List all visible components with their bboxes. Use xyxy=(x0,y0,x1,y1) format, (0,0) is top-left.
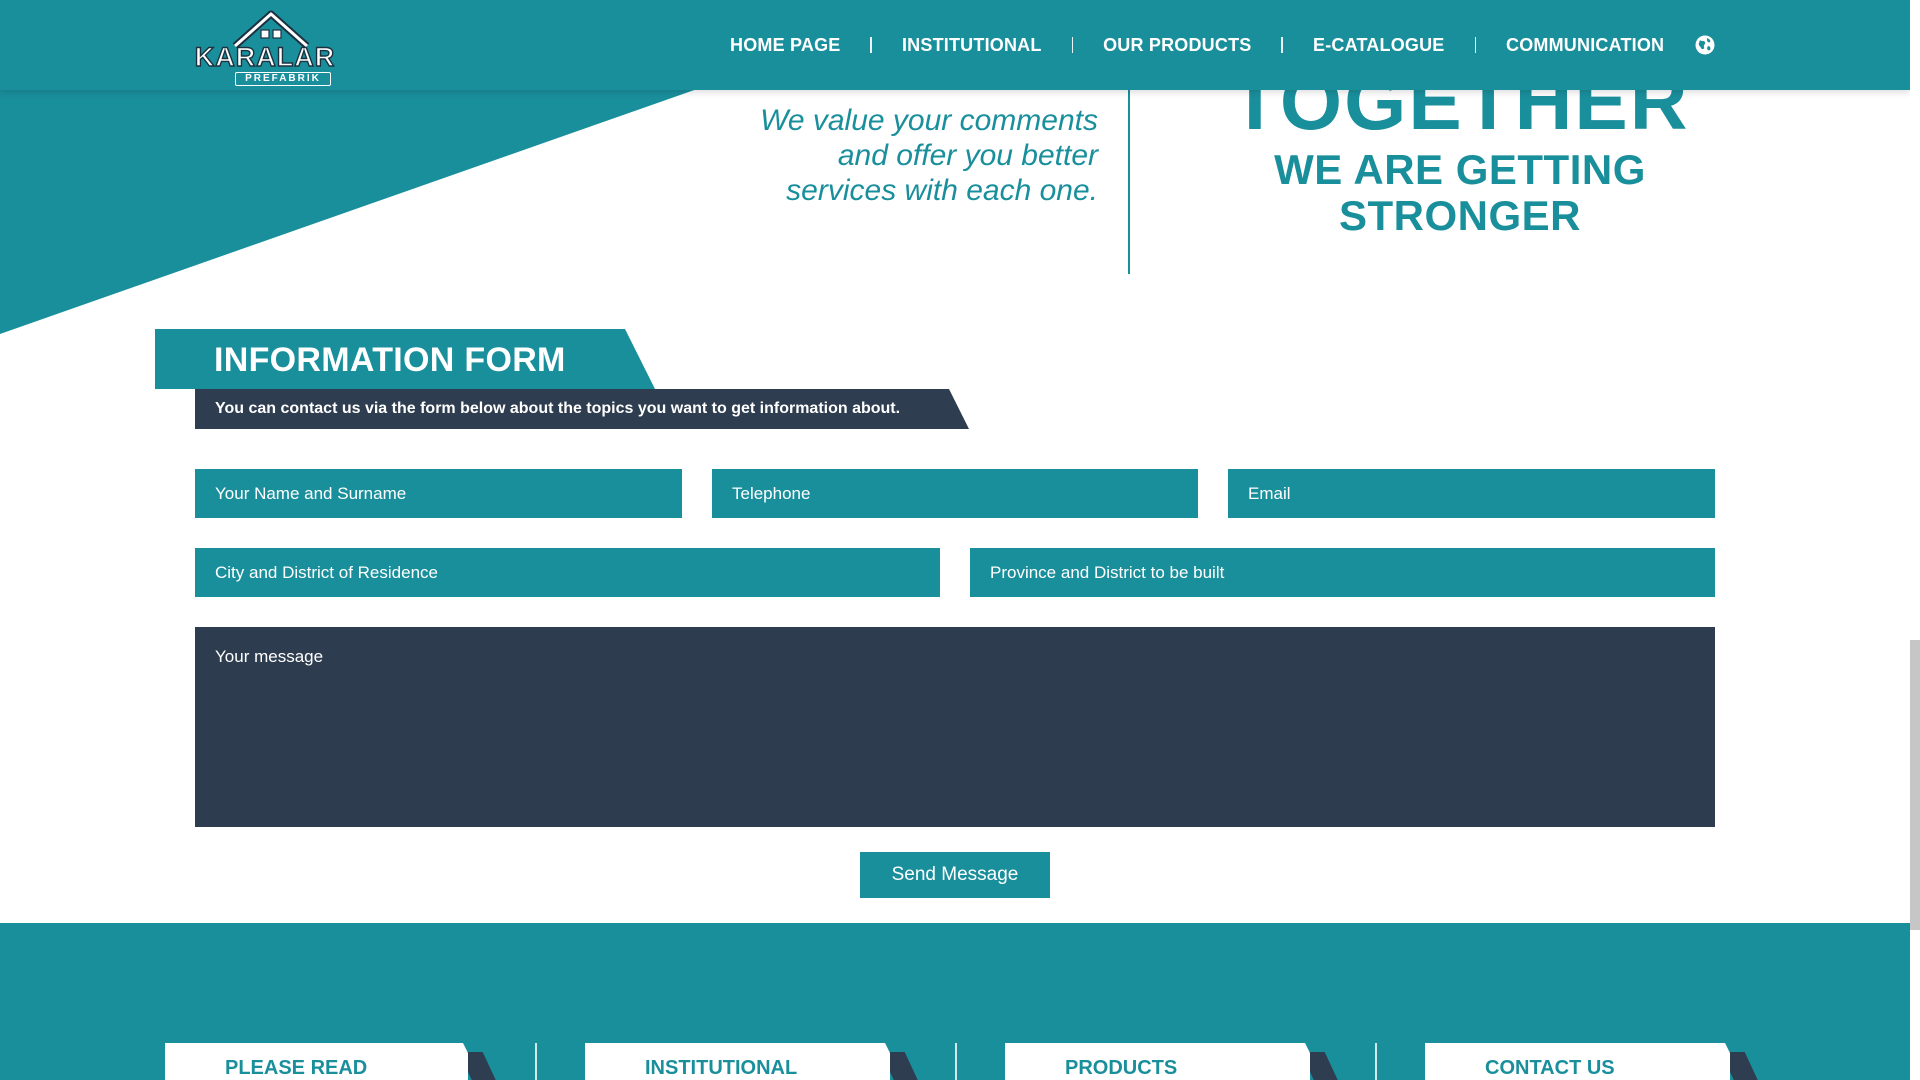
message-textarea[interactable] xyxy=(195,627,1715,827)
nav-communication[interactable]: COMMUNICATION xyxy=(1476,30,1694,60)
quote-line: and offer you better xyxy=(837,139,1098,172)
name-surname-input[interactable] xyxy=(195,469,682,518)
logo-subtitle: PREFABRIK xyxy=(235,72,331,86)
nav-our-products[interactable]: OUR PRODUCTS xyxy=(1073,30,1281,60)
site-header: KARALAR PREFABRIK HOME PAGE INSTITUTIONA… xyxy=(0,0,1910,90)
nav-e-catalogue[interactable]: E-CATALOGUE xyxy=(1283,30,1475,60)
footer-separator xyxy=(955,1043,957,1080)
footer-tab-label: PRODUCTS xyxy=(1065,1057,1178,1079)
nav-home-page[interactable]: HOME PAGE xyxy=(700,30,870,60)
footer-tab-label: INSTITUTIONAL xyxy=(645,1057,798,1079)
hero-subheadline: WE ARE GETTING STRONGER xyxy=(1274,146,1646,239)
quote-line: We value your comments xyxy=(760,104,1098,137)
footer-separator xyxy=(1375,1043,1377,1080)
email-input[interactable] xyxy=(1228,469,1715,518)
telephone-input[interactable] xyxy=(712,469,1198,518)
residence-input[interactable] xyxy=(195,548,940,597)
footer-tab-label: CONTACT US xyxy=(1485,1057,1615,1079)
build-location-input[interactable] xyxy=(970,548,1715,597)
quote-line: services with each one. xyxy=(786,174,1098,207)
nav-institutional[interactable]: INSTITUTIONAL xyxy=(872,30,1072,60)
footer-tab-label: PLEASE READ xyxy=(225,1057,368,1079)
scrollbar-thumb[interactable] xyxy=(1910,640,1920,930)
send-message-button[interactable]: Send Message xyxy=(860,852,1050,898)
brand-logo[interactable]: KARALAR PREFABRIK xyxy=(193,10,337,86)
form-title: INFORMATION FORM xyxy=(214,341,566,379)
nav-separator xyxy=(870,37,872,53)
globe-icon[interactable] xyxy=(1694,34,1716,56)
nav-separator xyxy=(1071,37,1074,53)
nav-separator xyxy=(1281,37,1283,53)
page-scrollbar[interactable] xyxy=(1910,0,1920,1080)
logo-wordmark: KARALAR xyxy=(194,41,336,72)
hero-divider xyxy=(1128,90,1130,274)
nav-separator xyxy=(1474,37,1477,53)
footer-separator xyxy=(535,1043,537,1080)
form-subtitle: You can contact us via the form below ab… xyxy=(215,400,901,417)
hero-quote: We value your comments and offer you bet… xyxy=(660,103,1098,208)
main-navigation: HOME PAGE INSTITUTIONAL OUR PRODUCTS E-C… xyxy=(700,30,1716,60)
